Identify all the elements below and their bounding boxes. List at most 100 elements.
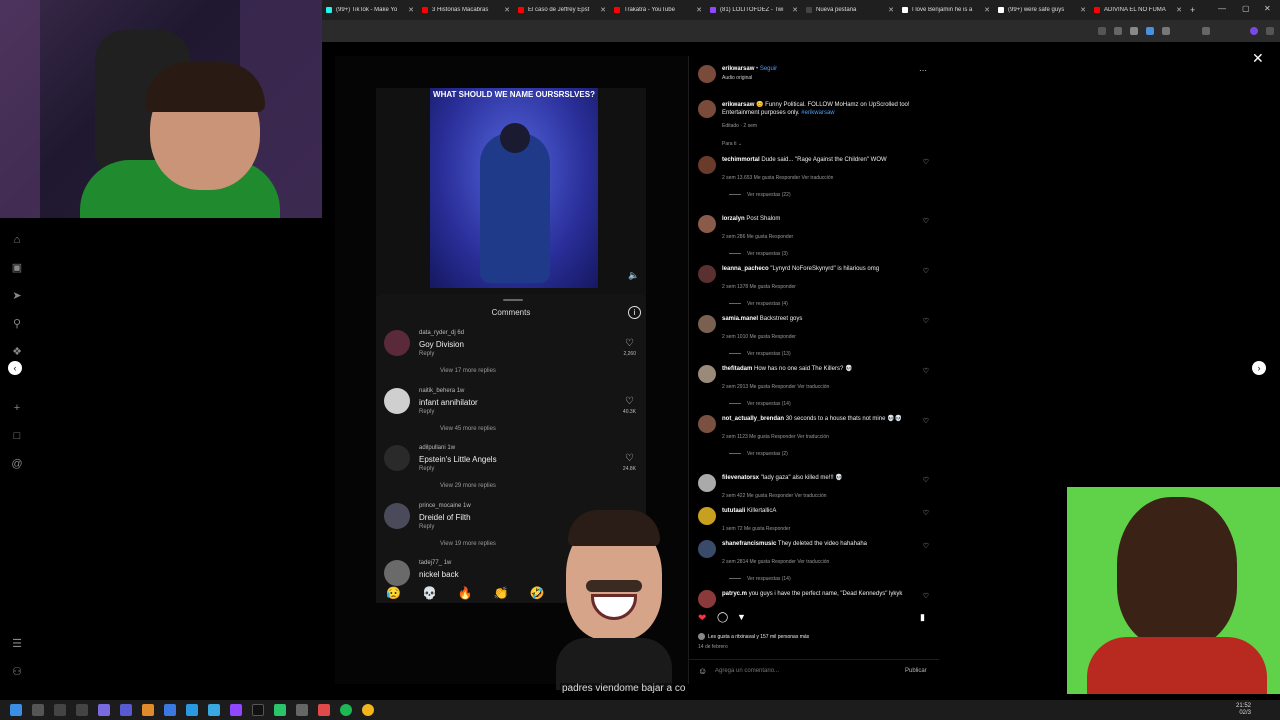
commenter-avatar[interactable] bbox=[384, 387, 410, 414]
app-icon[interactable] bbox=[186, 704, 198, 716]
more-icon[interactable]: ⚇ bbox=[11, 666, 23, 678]
search-icon[interactable] bbox=[32, 704, 44, 716]
emoji-button[interactable]: 😥 bbox=[386, 586, 401, 602]
view-replies-link[interactable]: View 19 more replies bbox=[440, 541, 496, 547]
explore-icon[interactable]: ❖ bbox=[11, 346, 23, 358]
like-heart-icon[interactable]: ❤ bbox=[698, 613, 706, 624]
emoji-picker-icon[interactable]: ☺ bbox=[698, 666, 707, 676]
commenter-avatar[interactable] bbox=[698, 265, 716, 283]
extension-icon[interactable] bbox=[1162, 27, 1170, 35]
tab-close-icon[interactable]: ✕ bbox=[888, 6, 894, 14]
commenter-avatar[interactable] bbox=[698, 540, 716, 558]
tab-close-icon[interactable]: ✕ bbox=[600, 6, 606, 14]
commenter-username[interactable]: leanna_pacheco bbox=[722, 266, 769, 272]
maximize-icon[interactable]: ▢ bbox=[1242, 4, 1250, 13]
app-icon[interactable] bbox=[54, 704, 66, 716]
menu-icon[interactable]: ☰ bbox=[11, 638, 23, 650]
commenter-avatar[interactable] bbox=[384, 560, 410, 586]
heart-icon[interactable]: ♡ bbox=[923, 542, 929, 550]
emoji-button[interactable]: 🤣 bbox=[530, 586, 545, 602]
heart-icon[interactable]: ♡ bbox=[923, 476, 929, 484]
caption-hashtag[interactable]: #erikwarsaw bbox=[801, 110, 834, 116]
commenter-username[interactable]: thefitadam bbox=[722, 366, 752, 372]
browser-tab[interactable]: 3 Historias Macabras ✕ bbox=[418, 0, 514, 20]
share-icon[interactable]: ▼ bbox=[737, 612, 746, 622]
tab-close-icon[interactable]: ✕ bbox=[408, 6, 414, 14]
commenter-avatar[interactable] bbox=[698, 215, 716, 233]
comment-icon[interactable]: ◯ bbox=[717, 612, 728, 623]
app-icon[interactable] bbox=[340, 704, 352, 716]
view-replies-link[interactable]: Ver respuestas (13) bbox=[729, 351, 791, 357]
audio-label[interactable]: Audio original bbox=[722, 75, 752, 81]
search-icon[interactable]: ⚲ bbox=[11, 318, 23, 330]
emoji-button[interactable]: 🔥 bbox=[458, 586, 473, 602]
browser-tab[interactable]: I love Benjamin he is a ✕ bbox=[898, 0, 994, 20]
app-icon[interactable] bbox=[208, 704, 220, 716]
commenter-username[interactable]: tadej77_ 1w bbox=[419, 560, 451, 566]
app-icon[interactable] bbox=[142, 704, 154, 716]
browser-tab[interactable]: Nueva pestaña ✕ bbox=[802, 0, 898, 20]
heart-icon[interactable]: ♡ bbox=[625, 453, 634, 464]
prev-post-button[interactable]: ‹ bbox=[8, 361, 22, 375]
commenter-username[interactable]: filevenatorsx bbox=[722, 475, 759, 481]
commenter-username[interactable]: techimmortal bbox=[722, 157, 760, 163]
reels-icon[interactable]: ▣ bbox=[11, 262, 23, 274]
tab-close-icon[interactable]: ✕ bbox=[1080, 6, 1086, 14]
home-icon[interactable]: ⌂ bbox=[11, 234, 23, 246]
start-icon[interactable] bbox=[10, 704, 22, 716]
view-replies-link[interactable]: View 29 more replies bbox=[440, 483, 496, 489]
app-icon[interactable] bbox=[164, 704, 176, 716]
window-close-icon[interactable]: ✕ bbox=[1264, 4, 1271, 13]
info-icon[interactable]: i bbox=[628, 306, 641, 319]
commenter-username[interactable]: not_actually_brendan bbox=[722, 416, 784, 422]
app-icon[interactable] bbox=[98, 704, 110, 716]
view-replies-link[interactable]: Ver respuestas (2) bbox=[729, 451, 788, 457]
tab-close-icon[interactable]: ✕ bbox=[696, 6, 702, 14]
tab-close-icon[interactable]: ✕ bbox=[984, 6, 990, 14]
tab-close-icon[interactable]: ✕ bbox=[1176, 6, 1182, 14]
view-replies-link[interactable]: Ver respuestas (3) bbox=[729, 251, 788, 257]
sort-dropdown[interactable]: Para ti ⌄ bbox=[722, 141, 742, 147]
browser-tab[interactable]: ADIVINA EL NO FUMA ✕ bbox=[1090, 0, 1186, 20]
view-replies-link[interactable]: Ver respuestas (14) bbox=[729, 401, 791, 407]
dashboard-icon[interactable]: □ bbox=[11, 430, 23, 442]
browser-tab[interactable]: Trakatrá - YouTube ✕ bbox=[610, 0, 706, 20]
menu-icon[interactable] bbox=[1266, 27, 1274, 35]
new-tab-icon[interactable]: + bbox=[1190, 5, 1195, 15]
app-icon[interactable] bbox=[252, 704, 264, 716]
heart-icon[interactable]: ♡ bbox=[923, 592, 929, 600]
next-post-button[interactable]: › bbox=[1252, 361, 1266, 375]
send-icon[interactable]: ➤ bbox=[11, 290, 23, 302]
emoji-button[interactable]: 💀 bbox=[422, 586, 437, 602]
comment-input[interactable] bbox=[715, 665, 885, 677]
reply-button[interactable]: Reply bbox=[419, 466, 434, 472]
commenter-avatar[interactable] bbox=[384, 445, 410, 471]
reply-button[interactable]: Reply bbox=[419, 409, 434, 415]
commenter-avatar[interactable] bbox=[698, 365, 716, 383]
commenter-username[interactable]: samia.manel bbox=[722, 316, 758, 322]
view-replies-link[interactable]: View 17 more replies bbox=[440, 368, 496, 374]
browser-tab[interactable]: (99+) TikTok - Make Yo ✕ bbox=[322, 0, 418, 20]
caption-avatar[interactable] bbox=[698, 100, 716, 118]
drag-handle[interactable] bbox=[503, 299, 523, 301]
app-icon[interactable] bbox=[296, 704, 308, 716]
save-bookmark-icon[interactable]: ▮ bbox=[920, 612, 925, 623]
commenter-avatar[interactable] bbox=[698, 415, 716, 433]
view-replies-link[interactable]: Ver respuestas (22) bbox=[729, 192, 791, 198]
app-icon[interactable] bbox=[274, 704, 286, 716]
view-replies-link[interactable]: View 45 more replies bbox=[440, 426, 496, 432]
commenter-avatar[interactable] bbox=[698, 315, 716, 333]
extension-icon[interactable] bbox=[1130, 27, 1138, 35]
view-replies-link[interactable]: Ver respuestas (14) bbox=[729, 576, 791, 582]
heart-icon[interactable]: ♡ bbox=[625, 338, 634, 349]
heart-icon[interactable]: ♡ bbox=[923, 158, 929, 166]
heart-icon[interactable]: ♡ bbox=[923, 367, 929, 375]
app-icon[interactable] bbox=[230, 704, 242, 716]
tab-close-icon[interactable]: ✕ bbox=[504, 6, 510, 14]
commenter-avatar[interactable] bbox=[698, 156, 716, 174]
app-icon[interactable] bbox=[76, 704, 88, 716]
commenter-avatar[interactable] bbox=[698, 474, 716, 492]
reply-button[interactable]: Reply bbox=[419, 351, 434, 357]
threads-icon[interactable]: @ bbox=[11, 458, 23, 470]
commenter-username[interactable]: adilpullani 1w bbox=[419, 445, 455, 451]
